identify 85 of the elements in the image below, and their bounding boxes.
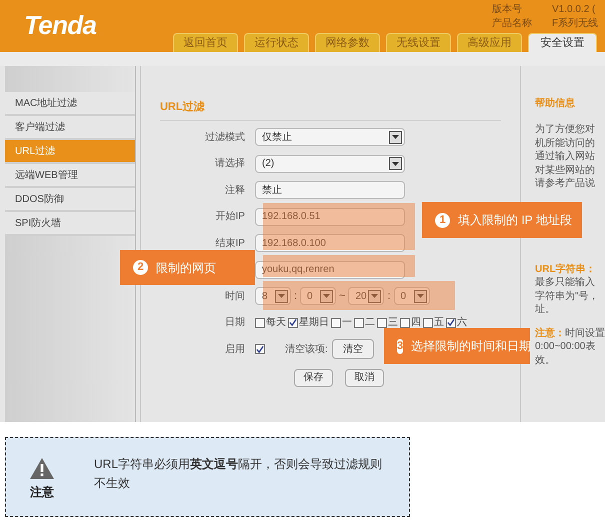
field-label: 过滤模式: [204, 132, 245, 143]
help-text: 效。: [535, 354, 555, 367]
field-label: 开始IP: [216, 211, 245, 222]
nav-tab[interactable]: 运行状态: [244, 33, 309, 52]
caret-icon: [278, 294, 285, 298]
step-number: 1: [435, 212, 450, 228]
section-title: URL过滤: [160, 101, 205, 113]
input-field[interactable]: 禁止: [254, 181, 405, 200]
checkbox[interactable]: [376, 318, 387, 328]
checkbox[interactable]: [422, 318, 433, 328]
checkbox[interactable]: [330, 318, 341, 328]
dropdown[interactable]: 20: [348, 287, 384, 306]
dropdown[interactable]: (2): [254, 154, 405, 173]
callout-text: 限制的网页: [156, 260, 216, 276]
field-label: 注释: [224, 184, 245, 196]
step-number: 3: [397, 338, 404, 354]
field-label: 日期: [224, 317, 245, 328]
product-text: F系列无线: [552, 17, 598, 30]
sidebar-item[interactable]: DDOS防御: [5, 188, 135, 212]
logo: Tenda: [24, 9, 96, 42]
field-label: 时间: [224, 290, 245, 302]
caret-icon: [392, 135, 399, 140]
callout-text: 填入限制的 IP 地址段: [458, 212, 572, 229]
day-label: 一: [342, 316, 352, 330]
nav-tab[interactable]: 返回首页: [173, 33, 238, 52]
help-text: 址。: [535, 303, 555, 316]
callout-text: 选择限制的时间和日期: [411, 338, 532, 355]
checkbox[interactable]: [446, 318, 456, 328]
help-text: 0:00~00:00表: [535, 340, 596, 354]
sidebar-item[interactable]: MAC地址过滤: [5, 92, 135, 116]
help-text: 对某些网站的: [535, 164, 595, 177]
nav-tab[interactable]: 高级应用: [457, 33, 522, 52]
note-label: 注意: [30, 484, 54, 500]
separator: ~: [339, 289, 346, 304]
help-heading: 注意：: [535, 326, 565, 340]
note-text: URL字符串必须用英文逗号隔开，否则会导致过滤规则不生效: [94, 456, 384, 492]
checkbox[interactable]: [288, 318, 298, 328]
separator: :: [387, 289, 391, 304]
sidebar-item[interactable]: URL过滤: [5, 140, 135, 164]
nav-tab[interactable]: 安全设置: [528, 33, 597, 52]
field-label: 结束IP: [216, 238, 245, 249]
help-text: 字符串为"号，: [535, 290, 599, 303]
help-title: 帮助信息: [535, 96, 575, 111]
form-button[interactable]: 取消: [344, 368, 384, 386]
sidebar-item[interactable]: SPI防火墙: [5, 212, 135, 236]
caret-icon: [392, 162, 399, 166]
checkbox[interactable]: [354, 318, 364, 328]
checkbox[interactable]: [400, 318, 410, 328]
help-text: 时间设置: [565, 326, 605, 340]
caret-icon: [323, 294, 330, 298]
day-label: 二: [364, 316, 375, 330]
help-text: 通过输入网站: [535, 150, 595, 164]
nav-tab[interactable]: 网络参数: [315, 33, 380, 52]
help-text: 机所能访问的: [535, 136, 595, 150]
warning-icon: [30, 458, 54, 478]
sidebar-item[interactable]: 远端WEB管理: [5, 164, 135, 188]
dropdown[interactable]: 仅禁止: [254, 128, 405, 146]
help-text: 请参考产品说: [535, 177, 595, 190]
help-text: 最多只能输入: [535, 276, 595, 290]
caret-icon: [371, 294, 378, 298]
day-label: 五: [434, 316, 444, 330]
checkbox[interactable]: [254, 318, 265, 328]
dropdown[interactable]: 0: [394, 287, 430, 306]
clear-button[interactable]: 清空: [332, 339, 374, 360]
day-label: 三: [388, 316, 398, 330]
form-button[interactable]: 保存: [294, 368, 333, 386]
nav-tab[interactable]: 无线设置: [386, 33, 451, 52]
field-label: 请选择: [214, 158, 245, 170]
day-label: 四: [410, 316, 421, 330]
info-label: 产品名称: [492, 17, 533, 30]
dropdown[interactable]: 0: [300, 287, 336, 306]
checkbox[interactable]: [254, 344, 265, 354]
separator: :: [294, 289, 298, 304]
day-label: 每天: [266, 316, 286, 330]
step-number: 2: [133, 260, 148, 275]
version-text: V1.0.0.2 (: [552, 3, 596, 16]
day-label: 六: [456, 316, 467, 330]
field-label: 启用: [224, 344, 245, 355]
help-heading: URL字符串：: [535, 262, 596, 276]
caret-icon: [416, 294, 424, 298]
info-label: 版本号: [492, 3, 523, 16]
help-text: 为了方便您对: [535, 123, 595, 136]
sidebar-item[interactable]: 客户端过滤: [5, 116, 135, 140]
clear-label: 清空该项:: [284, 342, 328, 357]
day-label: 星期日: [298, 316, 329, 330]
